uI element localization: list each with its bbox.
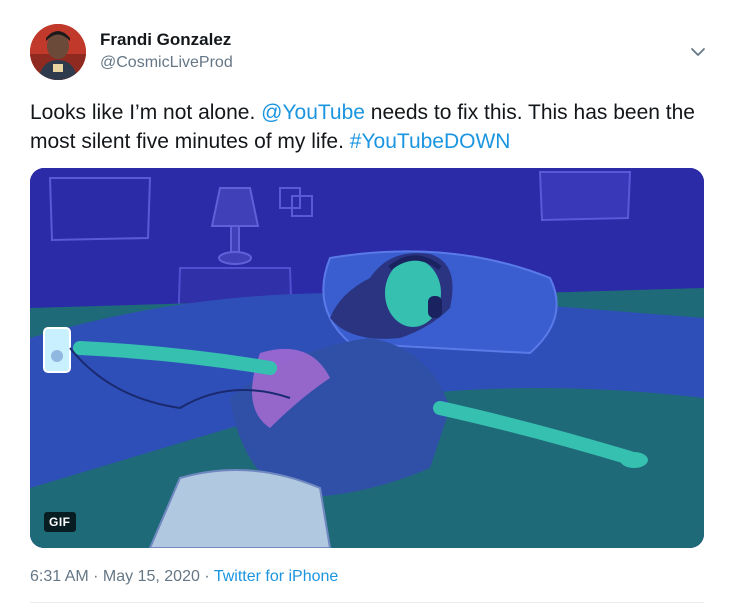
gif-illustration bbox=[30, 168, 704, 548]
chevron-down-icon[interactable] bbox=[686, 40, 710, 64]
tweet-text-part: Looks like I’m not alone. bbox=[30, 101, 262, 124]
tweet-source-link[interactable]: Twitter for iPhone bbox=[214, 568, 339, 585]
avatar[interactable] bbox=[30, 24, 86, 80]
gif-media[interactable]: GIF bbox=[30, 168, 704, 548]
author-name[interactable]: Frandi Gonzalez bbox=[100, 30, 231, 50]
tweet-time[interactable]: 6:31 AM bbox=[30, 568, 89, 585]
mention-link[interactable]: @YouTube bbox=[261, 101, 365, 124]
tweet-date[interactable]: May 15, 2020 bbox=[103, 568, 200, 585]
meta-separator: · bbox=[199, 568, 214, 585]
gif-badge: GIF bbox=[44, 512, 76, 532]
tweet-text: Looks like I’m not alone. @YouTube needs… bbox=[30, 98, 720, 156]
divider bbox=[30, 602, 704, 603]
author-handle[interactable]: @CosmicLiveProd bbox=[100, 54, 233, 72]
tweet-meta: 6:31 AM · May 15, 2020 · Twitter for iPh… bbox=[30, 568, 338, 586]
meta-separator: · bbox=[88, 568, 103, 585]
tweet-card: Frandi Gonzalez @CosmicLiveProd Looks li… bbox=[0, 0, 750, 610]
hashtag-link[interactable]: #YouTubeDOWN bbox=[350, 130, 511, 153]
